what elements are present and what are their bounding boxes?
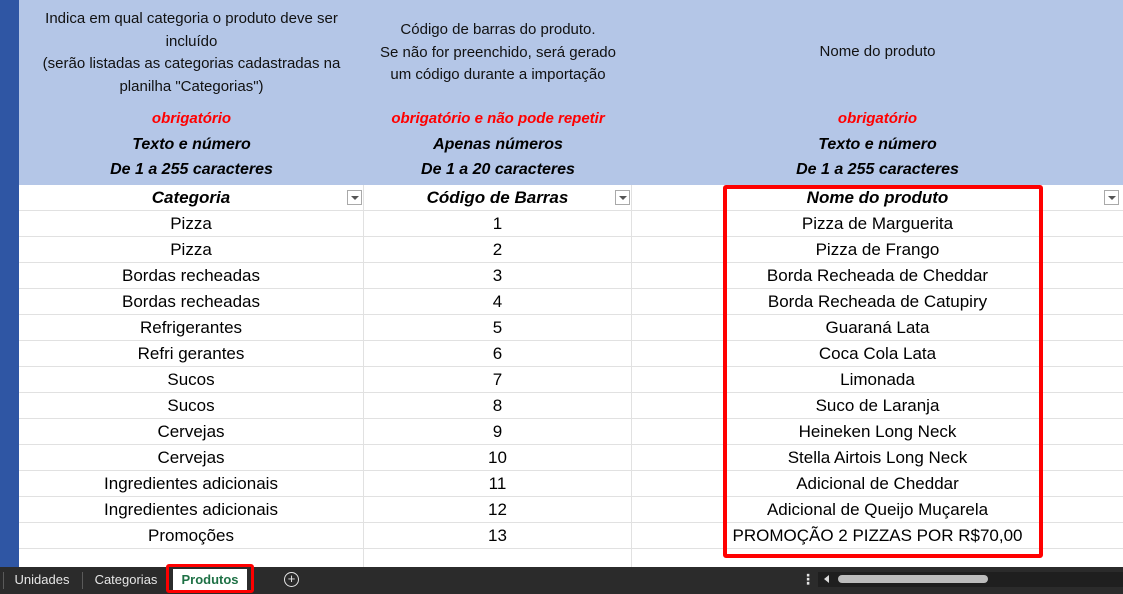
- instruction-line: planilha "Categorias"): [119, 77, 264, 95]
- format-type: Apenas números: [433, 136, 563, 153]
- cell-categoria[interactable]: Pizza: [19, 237, 364, 263]
- cell-codigo-barras[interactable]: 13: [364, 523, 632, 549]
- table-row: Sucos 7 Limonada: [19, 367, 1123, 393]
- cell-codigo-barras[interactable]: 5: [364, 315, 632, 341]
- cell-nome-produto[interactable]: Coca Cola Lata: [632, 341, 1123, 367]
- cell-codigo-barras[interactable]: 9: [364, 419, 632, 445]
- spreadsheet-grid: Indica em qual categoria o produto deve …: [19, 0, 1123, 575]
- instruction-line: Indica em qual categoria o produto deve …: [45, 10, 338, 27]
- format-type: Texto e número: [132, 136, 251, 153]
- plus-circle-icon[interactable]: +: [284, 572, 299, 587]
- cell-codigo-barras[interactable]: 10: [364, 445, 632, 471]
- instructions-categoria: Indica em qual categoria o produto deve …: [19, 0, 364, 185]
- table-row: Bordas recheadas 4 Borda Recheada de Catup…: [19, 289, 1123, 315]
- instruction-line: um código durante a importação: [390, 66, 606, 83]
- sheet-tab-unidades[interactable]: Unidades: [6, 567, 78, 594]
- instructions-header-band: Indica em qual categoria o produto deve …: [19, 0, 1123, 185]
- filter-dropdown-icon[interactable]: [615, 190, 630, 205]
- instruction-line: incluído: [165, 32, 218, 50]
- instruction-line: Código de barras do produto.: [400, 21, 596, 38]
- cell-categoria[interactable]: Ingredientes adicionais: [19, 471, 364, 497]
- table-row: Cervejas 10 Stella Airtois Long Neck: [19, 445, 1123, 471]
- table-row: Cervejas 9 Heineken Long Neck: [19, 419, 1123, 445]
- instruction-line: Se não for preenchido, será gerado: [380, 43, 616, 61]
- cell-nome-produto[interactable]: Suco de Laranja: [632, 393, 1123, 419]
- cell-categoria[interactable]: Bordas recheadas: [19, 263, 364, 289]
- cell-categoria[interactable]: Ingredientes adicionais: [19, 497, 364, 523]
- cell-categoria[interactable]: Cervejas: [19, 445, 364, 471]
- instructions-codigo-barras: Código de barras do produto. Se não for …: [364, 0, 632, 185]
- horizontal-scrollbar[interactable]: [818, 572, 1123, 587]
- cell-codigo-barras[interactable]: 12: [364, 497, 632, 523]
- sheet-tab-categorias[interactable]: Categorias: [86, 567, 166, 594]
- instruction-line: (serão listadas as categorias cadastrada…: [42, 55, 341, 72]
- required-note: obrigatório: [151, 110, 232, 127]
- tab-separator: [82, 572, 83, 589]
- cell-nome-produto[interactable]: Pizza de Frango: [632, 237, 1123, 263]
- format-length: De 1 a 20 caracteres: [421, 161, 575, 178]
- cell-codigo-barras[interactable]: 3: [364, 263, 632, 289]
- filter-dropdown-icon[interactable]: [347, 190, 362, 205]
- cell-categoria[interactable]: Pizza: [19, 211, 364, 237]
- column-header-label: Nome do produto: [806, 188, 949, 207]
- cell-codigo-barras[interactable]: 6: [364, 341, 632, 367]
- cell-nome-produto[interactable]: Guaraná Lata: [632, 315, 1123, 341]
- cell-categoria[interactable]: Bordas recheadas: [19, 289, 364, 315]
- format-length: De 1 a 255 caracteres: [796, 161, 959, 178]
- table-header-row: Categoria Código de Barras Nome do produ…: [19, 185, 1123, 211]
- cell-nome-produto[interactable]: Adicional de Cheddar: [632, 471, 1123, 497]
- table-row: Pizza 1 Pizza de Marguerita: [19, 211, 1123, 237]
- table-row: Promoções 13 PROMOÇÃO 2 PIZZAS POR R$70,00: [19, 523, 1123, 549]
- cell-codigo-barras[interactable]: 4: [364, 289, 632, 315]
- cell-nome-produto[interactable]: Limonada: [632, 367, 1123, 393]
- format-length: De 1 a 255 caracteres: [110, 161, 273, 178]
- cell-categoria[interactable]: Refri gerantes: [19, 341, 364, 367]
- column-header-label: Categoria: [151, 188, 231, 207]
- tab-separator: [3, 572, 4, 589]
- column-header-categoria[interactable]: Categoria: [19, 185, 364, 211]
- instructions-nome-produto: Nome do produto obrigatório Texto e núme…: [632, 0, 1123, 185]
- table-row: Refrigerantes 5 Guaraná Lata: [19, 315, 1123, 341]
- column-header-codigo-barras[interactable]: Código de Barras: [364, 185, 632, 211]
- column-header-label: Código de Barras: [426, 188, 569, 207]
- required-note: obrigatório: [837, 110, 918, 127]
- cell-categoria[interactable]: Cervejas: [19, 419, 364, 445]
- instruction-line: Nome do produto: [819, 43, 936, 60]
- sheet-left-edge: [0, 0, 19, 567]
- cell-codigo-barras[interactable]: 8: [364, 393, 632, 419]
- cell-codigo-barras[interactable]: 11: [364, 471, 632, 497]
- vertical-ellipsis-icon[interactable]: ⋮: [801, 571, 815, 587]
- required-note: obrigatório e não pode repetir: [391, 110, 605, 127]
- highlight-box-active-tab: [166, 564, 254, 593]
- table-row: Sucos 8 Suco de Laranja: [19, 393, 1123, 419]
- column-header-nome-produto[interactable]: Nome do produto: [632, 185, 1123, 211]
- cell-nome-produto[interactable]: Borda Recheada de Catupiry: [632, 289, 1123, 315]
- filter-dropdown-icon[interactable]: [1104, 190, 1119, 205]
- table-row: Bordas recheadas 3 Borda Recheada de Chedd…: [19, 263, 1123, 289]
- cell-nome-produto[interactable]: PROMOÇÃO 2 PIZZAS POR R$70,00: [632, 523, 1123, 549]
- cell-nome-produto[interactable]: Borda Recheada de Cheddar: [632, 263, 1123, 289]
- cell-categoria[interactable]: Promoções: [19, 523, 364, 549]
- cell-categoria[interactable]: Sucos: [19, 393, 364, 419]
- cell-nome-produto[interactable]: Heineken Long Neck: [632, 419, 1123, 445]
- table-row: Ingredientes adicionais 12 Adicional de Qu…: [19, 497, 1123, 523]
- cell-codigo-barras[interactable]: 2: [364, 237, 632, 263]
- cell-codigo-barras[interactable]: 7: [364, 367, 632, 393]
- cell-codigo-barras[interactable]: 1: [364, 211, 632, 237]
- cell-nome-produto[interactable]: Adicional de Queijo Muçarela: [632, 497, 1123, 523]
- scrollbar-thumb[interactable]: [838, 575, 988, 583]
- cell-nome-produto[interactable]: Stella Airtois Long Neck: [632, 445, 1123, 471]
- format-type: Texto e número: [818, 136, 937, 153]
- cell-nome-produto[interactable]: Pizza de Marguerita: [632, 211, 1123, 237]
- scroll-left-arrow-icon[interactable]: [824, 575, 829, 583]
- table-row: Refri gerantes 6 Coca Cola Lata: [19, 341, 1123, 367]
- table-row: Pizza 2 Pizza de Frango: [19, 237, 1123, 263]
- cell-categoria[interactable]: Refrigerantes: [19, 315, 364, 341]
- table-row: Ingredientes adicionais 11 Adicional de Ch…: [19, 471, 1123, 497]
- cell-categoria[interactable]: Sucos: [19, 367, 364, 393]
